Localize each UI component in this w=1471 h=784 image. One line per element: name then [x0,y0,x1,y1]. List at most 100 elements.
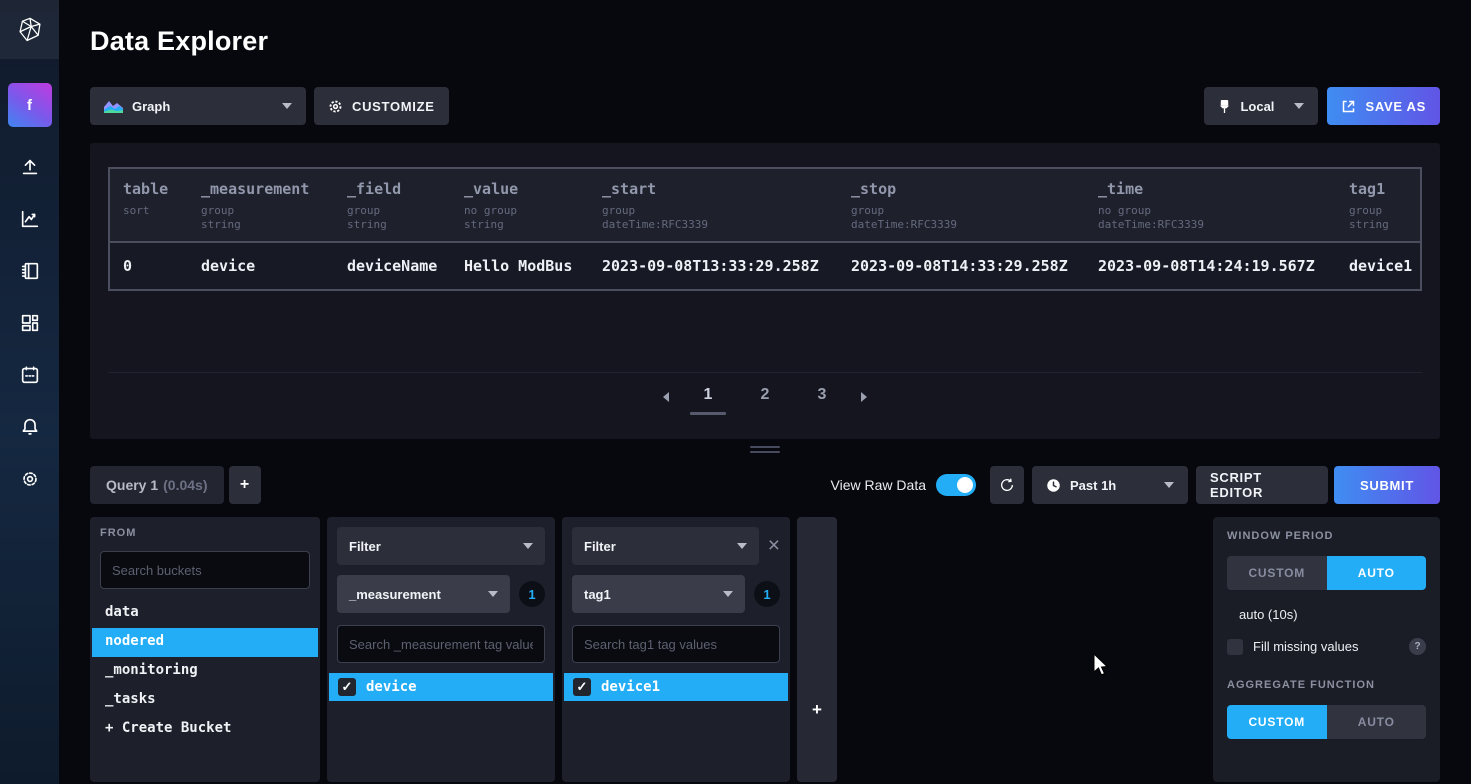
refresh-button[interactable] [990,466,1024,504]
cell-table: 0 [110,257,188,275]
checkbox-checked-icon[interactable] [338,678,356,696]
load-data-icon[interactable] [18,155,42,179]
aggregate-custom-button[interactable]: CUSTOM [1227,705,1327,739]
table-row: 0 device deviceName Hello ModBus 2023-09… [110,243,1420,289]
add-query-button[interactable]: + [229,466,261,504]
column-header-time[interactable]: _time no group dateTime:RFC3339 [1085,180,1336,232]
page-button-1[interactable]: 1 [690,386,726,415]
submit-button[interactable]: SUBMIT [1334,466,1440,504]
area-chart-icon [104,99,123,114]
chevron-down-icon [282,103,292,109]
export-icon [1341,99,1356,114]
cell-stop: 2023-09-08T14:33:29.258Z [838,257,1085,275]
bucket-list: data nodered _monitoring _tasks + Create… [92,599,318,744]
bucket-search-input[interactable] [100,551,310,589]
tag-key-dropdown[interactable]: _measurement [337,575,510,613]
view-type-label: Graph [132,99,170,114]
page-button-3[interactable]: 3 [804,386,840,404]
bucket-item-nodered[interactable]: nodered [92,628,318,657]
window-custom-button[interactable]: CUSTOM [1227,556,1327,590]
aggregate-function-title: AGGREGATE FUNCTION [1227,679,1426,691]
cell-measurement: device [188,257,334,275]
page-button-2[interactable]: 2 [747,386,783,404]
query-tab[interactable]: Query 1 (0.04s) [90,466,224,504]
toggle-knob [957,477,973,493]
alerts-icon[interactable] [18,415,42,439]
customize-button[interactable]: CUSTOMIZE [314,87,449,125]
aggregate-toggle: CUSTOM AUTO [1227,705,1426,739]
from-card: FROM data nodered _monitoring _tasks + C… [90,517,320,782]
column-header-start[interactable]: _start group dateTime:RFC3339 [589,180,838,232]
filter-type-dropdown[interactable]: Filter [337,527,545,565]
prev-page-button[interactable] [663,392,669,402]
resize-handle[interactable] [750,446,780,453]
query-tab-name: Query 1 [106,477,158,493]
options-panel: WINDOW PERIOD CUSTOM AUTO auto (10s) Fil… [1213,517,1440,782]
main-content: Data Explorer Graph CUSTOMIZE Local [59,0,1471,784]
from-title: FROM [100,527,310,539]
chevron-down-icon [1164,482,1174,488]
view-raw-data-label: View Raw Data [831,477,926,493]
local-dropdown[interactable]: Local [1204,87,1318,125]
tasks-icon[interactable] [18,363,42,387]
chevron-down-icon [723,591,733,597]
time-range-label: Past 1h [1070,478,1116,493]
query-bar-right: View Raw Data Past 1h SCRIPT EDITOR SUBM… [831,466,1440,504]
customize-label: CUSTOMIZE [352,99,435,114]
help-icon[interactable]: ? [1409,638,1426,655]
column-header-field[interactable]: _field group string [334,180,451,232]
checkbox-checked-icon[interactable] [573,678,591,696]
cell-start: 2023-09-08T13:33:29.258Z [589,257,838,275]
tag-value-list: device1 [564,673,788,701]
view-type-dropdown[interactable]: Graph [90,87,306,125]
user-avatar[interactable]: f [8,83,52,127]
aggregate-auto-button[interactable]: AUTO [1327,705,1427,739]
selected-count-badge: 1 [754,581,780,607]
add-filter-button[interactable]: + [797,517,837,782]
save-as-button[interactable]: SAVE AS [1327,87,1440,125]
cell-tag1: device1 [1336,257,1420,275]
fill-missing-values-row: Fill missing values ? [1227,638,1426,655]
tag-value-device1[interactable]: device1 [564,673,788,701]
query-duration: (0.04s) [163,477,207,493]
column-header-table[interactable]: table sort [110,180,188,232]
column-header-tag1[interactable]: tag1 group string [1336,180,1420,232]
filter-type-dropdown[interactable]: Filter [572,527,759,565]
save-as-label: SAVE AS [1365,99,1426,114]
settings-icon[interactable] [18,467,42,491]
window-auto-button[interactable]: AUTO [1327,556,1427,590]
toolbar: Graph CUSTOMIZE Local SAVE AS [90,87,1440,125]
tag1-search-input[interactable] [572,625,780,663]
notebooks-icon[interactable] [18,259,42,283]
column-header-value[interactable]: _value no group string [451,180,589,232]
bucket-item-data[interactable]: data [92,599,318,628]
create-bucket-button[interactable]: + Create Bucket [92,715,318,744]
view-raw-data-toggle[interactable] [936,474,976,496]
cell-value: Hello ModBus [451,257,589,275]
measurement-search-input[interactable] [337,625,545,663]
fill-missing-values-checkbox[interactable] [1227,639,1243,655]
data-explorer-icon[interactable] [18,207,42,231]
raw-data-table: table sort _measurement group string _fi… [108,167,1422,291]
dashboards-icon[interactable] [18,311,42,335]
next-page-button[interactable] [861,392,867,402]
time-range-dropdown[interactable]: Past 1h [1032,466,1188,504]
pagination: 1 2 3 [108,372,1422,415]
bucket-item-tasks[interactable]: _tasks [92,686,318,715]
clock-icon [1046,478,1061,493]
raw-data-card: table sort _measurement group string _fi… [90,143,1440,439]
page-title: Data Explorer [90,26,1440,57]
influxdb-logo[interactable] [0,0,59,59]
column-header-measurement[interactable]: _measurement group string [188,180,334,232]
window-period-value: auto (10s) [1227,607,1426,622]
avatar-letter: f [27,97,32,114]
script-editor-button[interactable]: SCRIPT EDITOR [1196,466,1328,504]
window-period-toggle: CUSTOM AUTO [1227,556,1426,590]
remove-filter-button[interactable]: × [768,536,780,556]
tag-value-device[interactable]: device [329,673,553,701]
column-header-stop[interactable]: _stop group dateTime:RFC3339 [838,180,1085,232]
tag-key-dropdown[interactable]: tag1 [572,575,745,613]
cell-time: 2023-09-08T14:24:19.567Z [1085,257,1336,275]
local-label: Local [1240,99,1274,114]
bucket-item-monitoring[interactable]: _monitoring [92,657,318,686]
